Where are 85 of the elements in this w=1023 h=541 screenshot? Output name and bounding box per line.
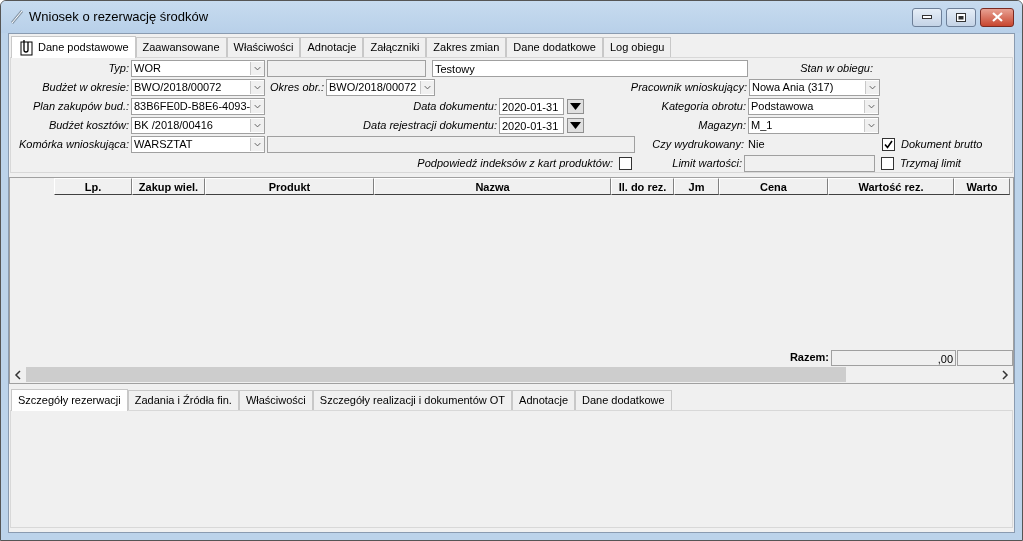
combo-box[interactable]: Podstawowa bbox=[748, 98, 879, 115]
check-icon bbox=[884, 140, 893, 149]
column-header[interactable]: Warto bbox=[954, 178, 1010, 195]
window-title: Wniosek o rezerwację środków bbox=[29, 8, 210, 27]
field-label: Plan zakupów bud.: bbox=[32, 99, 130, 115]
tab[interactable]: Zakres zmian bbox=[426, 37, 507, 57]
field-label: Data rejestracji dokumentu: bbox=[362, 118, 498, 134]
chevron-down-icon bbox=[864, 119, 878, 132]
chevron-down-icon bbox=[250, 119, 264, 132]
field-label: Limit wartości: bbox=[671, 156, 743, 172]
tab[interactable]: Zadania i Źródła fin. bbox=[127, 390, 239, 410]
tab[interactable]: Log obiegu bbox=[602, 37, 672, 57]
tab[interactable]: Dane podstawowe bbox=[11, 36, 136, 58]
date-field[interactable]: 2020-01-31 bbox=[499, 117, 564, 134]
date-field[interactable]: 2020-01-31 bbox=[499, 98, 564, 115]
column-header[interactable]: Zakup wiel. bbox=[132, 178, 205, 195]
combo-box[interactable]: BK /2018/00416 bbox=[131, 117, 265, 134]
tab[interactable]: Załączniki bbox=[363, 37, 427, 57]
combo-box[interactable]: Nowa Ania (317) bbox=[749, 79, 880, 96]
checkbox[interactable] bbox=[881, 157, 894, 170]
chevron-down-icon bbox=[250, 100, 264, 113]
column-header[interactable]: Lp. bbox=[54, 178, 132, 195]
minimize-button[interactable] bbox=[912, 7, 942, 27]
total-field: ,00 bbox=[831, 349, 956, 366]
field-label: Komórka wnioskująca: bbox=[17, 137, 130, 153]
chevron-down-icon bbox=[865, 81, 879, 94]
tab[interactable]: Szczegóły rezerwacji bbox=[11, 389, 128, 411]
tab[interactable]: Dane dodatkowe bbox=[506, 37, 603, 57]
field-label: Budżet kosztów: bbox=[47, 118, 130, 134]
tab[interactable]: Dane dodatkowe bbox=[575, 390, 672, 410]
text-field[interactable] bbox=[744, 155, 875, 172]
text-field[interactable] bbox=[267, 60, 426, 77]
combo-box[interactable]: WOR bbox=[131, 60, 265, 77]
combo-box[interactable]: 83B6FE0D-B8E6-4093- bbox=[131, 98, 265, 115]
column-header[interactable]: Il. do rez. bbox=[611, 178, 674, 195]
field-label: Czy wydrukowany: bbox=[651, 137, 745, 153]
printed-value: Nie bbox=[747, 137, 766, 153]
field-label: Podpowiedź indeksów z kart produktów: bbox=[416, 156, 614, 172]
field-label: Budżet w okresie: bbox=[41, 80, 130, 96]
tab[interactable]: Adnotacje bbox=[300, 37, 364, 57]
combo-box[interactable]: BWO/2018/00072 bbox=[326, 79, 435, 96]
chevron-down-icon bbox=[250, 81, 264, 94]
text-field[interactable]: Testowy bbox=[432, 60, 748, 77]
close-icon bbox=[991, 12, 1003, 22]
document-clip-icon bbox=[18, 38, 36, 57]
pen-icon bbox=[9, 9, 25, 25]
combo-box[interactable]: M_1 bbox=[748, 117, 879, 134]
column-header[interactable]: Wartość rez. bbox=[828, 178, 954, 195]
tab[interactable]: Zaawansowane bbox=[135, 37, 227, 57]
minimize-icon bbox=[922, 15, 932, 19]
field-label: Stan w obiegu: bbox=[799, 61, 874, 77]
chevron-down-icon bbox=[420, 81, 434, 94]
checkbox[interactable] bbox=[882, 138, 895, 151]
tab[interactable]: Adnotacje bbox=[512, 390, 575, 410]
field-label: Data dokumentu: bbox=[412, 99, 498, 115]
field-label: Kategoria obrotu: bbox=[660, 99, 747, 115]
close-button[interactable] bbox=[980, 7, 1014, 27]
field-label: Okres obr.: bbox=[269, 80, 325, 96]
combo-box[interactable]: BWO/2018/00072 bbox=[131, 79, 265, 96]
column-header[interactable]: Cena bbox=[719, 178, 828, 195]
maximize-icon bbox=[956, 12, 966, 22]
column-header[interactable]: Nazwa bbox=[374, 178, 611, 195]
total-label: Razem: bbox=[789, 350, 830, 366]
chevron-down-icon bbox=[864, 100, 878, 113]
field-label: Pracownik wnioskujący: bbox=[629, 80, 748, 96]
triangle-down-icon bbox=[570, 122, 581, 129]
field-label: Typ: bbox=[107, 61, 130, 77]
maximize-button[interactable] bbox=[946, 7, 976, 27]
column-header[interactable]: Jm bbox=[674, 178, 719, 195]
tab[interactable]: Szczegóły realizacji i dokumentów OT bbox=[312, 390, 513, 410]
field-label: Magazyn: bbox=[697, 118, 747, 134]
scrollbar-thumb[interactable] bbox=[26, 367, 846, 382]
tab[interactable]: Właściwości bbox=[238, 390, 313, 410]
column-header[interactable]: Produkt bbox=[205, 178, 374, 195]
chevron-down-icon bbox=[250, 62, 264, 75]
checkbox[interactable] bbox=[619, 157, 632, 170]
calendar-dropdown-button[interactable] bbox=[567, 118, 584, 133]
tab[interactable]: Właściwości bbox=[226, 37, 301, 57]
chevron-down-icon bbox=[250, 138, 264, 151]
triangle-down-icon bbox=[570, 103, 581, 110]
calendar-dropdown-button[interactable] bbox=[567, 99, 584, 114]
combo-box[interactable]: WARSZTAT bbox=[131, 136, 265, 153]
checkbox-label: Trzymaj limit bbox=[899, 156, 961, 172]
checkbox-label: Dokument brutto bbox=[900, 137, 983, 153]
text-field[interactable] bbox=[267, 136, 635, 153]
